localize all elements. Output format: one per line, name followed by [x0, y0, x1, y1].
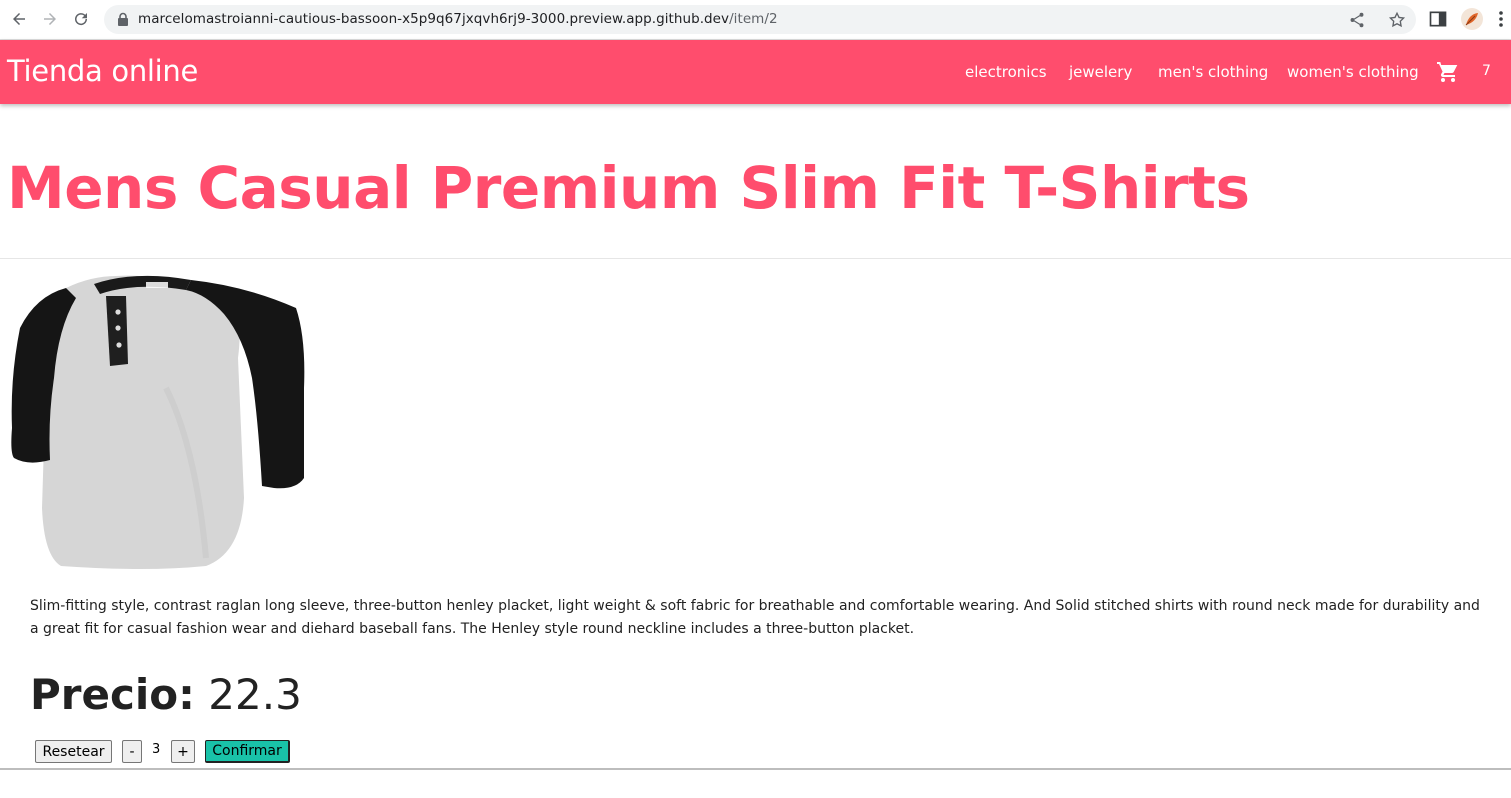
brand-title[interactable]: Tienda online: [7, 54, 198, 88]
bookmark-star-icon[interactable]: [1388, 11, 1406, 29]
forward-button[interactable]: [39, 8, 61, 30]
shopping-cart-icon[interactable]: [1436, 60, 1460, 84]
browser-toolbar: marcelomastroianni-cautious-bassoon-x5p9…: [0, 0, 1511, 40]
back-arrow-icon: [13, 13, 25, 25]
nav-link-womens-clothing[interactable]: women's clothing: [1287, 63, 1419, 81]
product-description: Slim-fitting style, contrast raglan long…: [30, 598, 1480, 637]
price-label: Precio:: [30, 670, 195, 719]
cart-count-badge[interactable]: 7: [1482, 63, 1491, 79]
url-path: /item/2: [729, 11, 778, 27]
address-bar[interactable]: marcelomastroianni-cautious-bassoon-x5p9…: [104, 5, 1416, 34]
url-text: marcelomastroianni-cautious-bassoon-x5p9…: [138, 11, 778, 27]
nav-link-electronics[interactable]: electronics: [965, 63, 1047, 81]
url-host: marcelomastroianni-cautious-bassoon-x5p9…: [138, 11, 730, 27]
price-value: 22.3: [208, 670, 302, 719]
reset-button[interactable]: Resetear: [35, 740, 112, 763]
profile-avatar[interactable]: [1461, 8, 1483, 30]
forward-arrow-icon: [44, 13, 56, 25]
price-line: Precio: 22.3: [30, 670, 302, 719]
browser-menu-icon[interactable]: [1494, 9, 1508, 29]
lock-icon: [118, 12, 128, 26]
product-image: [11, 275, 305, 569]
nav-link-jewelery[interactable]: jewelery: [1069, 63, 1132, 81]
increment-button[interactable]: +: [171, 740, 195, 763]
nav-link-mens-clothing[interactable]: men's clothing: [1158, 63, 1268, 81]
reload-icon: [75, 13, 88, 26]
profile-leaf-icon: [1465, 13, 1478, 26]
divider: [0, 258, 1511, 259]
side-panel-icon[interactable]: [1428, 9, 1448, 29]
reload-button[interactable]: [70, 8, 92, 30]
footer-divider: [0, 768, 1511, 770]
decrement-button[interactable]: -: [122, 740, 142, 763]
product-title: Mens Casual Premium Slim Fit T-Shirts: [7, 154, 1250, 222]
back-button[interactable]: [8, 8, 30, 30]
share-icon[interactable]: [1348, 11, 1366, 29]
app-header: Tienda online electronics jewelery men's…: [0, 40, 1511, 104]
quantity-value: 3: [152, 742, 161, 757]
confirm-button[interactable]: Confirmar: [205, 740, 290, 763]
